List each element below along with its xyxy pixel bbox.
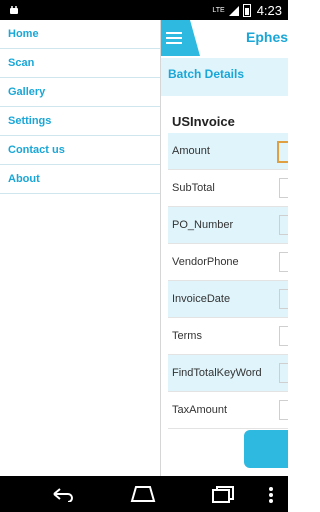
field-row: Terms: [168, 318, 288, 355]
clock: 4:23: [256, 3, 282, 18]
field-input[interactable]: [279, 400, 288, 420]
field-label: TaxAmount: [172, 404, 228, 416]
navigation-drawer: Home Scan Gallery Settings Contact us Ab…: [0, 20, 161, 476]
field-row: FindTotalKeyWord: [168, 355, 288, 392]
drawer-item-contact-us[interactable]: Contact us: [0, 136, 160, 165]
drawer-item-about[interactable]: About: [0, 165, 160, 194]
action-button[interactable]: [244, 430, 288, 468]
field-list: Amount SubTotal PO_Number VendorPhone In…: [168, 133, 288, 429]
app-bar: Ephesoft: [160, 20, 288, 56]
field-row: InvoiceDate: [168, 281, 288, 318]
recent-apps-icon[interactable]: [212, 485, 236, 503]
app-content: Ephesoft Batch Details USInvoice Amount …: [160, 20, 288, 476]
field-row: Amount: [168, 133, 288, 170]
field-input[interactable]: [279, 252, 288, 272]
field-label: Terms: [172, 330, 202, 342]
field-row: VendorPhone: [168, 244, 288, 281]
field-label: FindTotalKeyWord: [172, 367, 262, 379]
field-input[interactable]: [279, 215, 288, 235]
section-title: Batch Details: [168, 67, 245, 81]
navigation-bar: [0, 476, 288, 512]
batch-details-header: Batch Details: [160, 58, 288, 96]
hamburger-icon: [166, 32, 182, 44]
field-label: InvoiceDate: [172, 293, 231, 305]
field-label: PO_Number: [172, 219, 234, 231]
field-label: VendorPhone: [172, 256, 239, 268]
document-type: USInvoice: [172, 114, 235, 129]
field-input[interactable]: [279, 363, 288, 383]
drawer-item-home[interactable]: Home: [0, 20, 160, 49]
field-input[interactable]: [277, 141, 288, 163]
field-row: PO_Number: [168, 207, 288, 244]
status-bar: LTE 4:23: [0, 0, 288, 20]
field-label: Amount: [172, 145, 210, 157]
field-row: SubTotal: [168, 170, 288, 207]
field-label: SubTotal: [172, 182, 215, 194]
menu-dots-icon[interactable]: [269, 487, 273, 503]
drawer-item-settings[interactable]: Settings: [0, 107, 160, 136]
home-icon[interactable]: [130, 486, 156, 502]
field-input[interactable]: [279, 178, 288, 198]
signal-icon: [228, 5, 239, 16]
network-type: LTE: [212, 7, 225, 14]
drawer-item-scan[interactable]: Scan: [0, 49, 160, 78]
drawer-toggle[interactable]: [160, 20, 200, 56]
android-icon: [10, 6, 18, 14]
field-row: TaxAmount: [168, 392, 288, 429]
back-icon[interactable]: [50, 486, 74, 502]
field-input[interactable]: [279, 326, 288, 346]
field-input[interactable]: [279, 289, 288, 309]
app-title: Ephesoft: [246, 29, 288, 45]
drawer-item-gallery[interactable]: Gallery: [0, 78, 160, 107]
battery-icon: [242, 4, 251, 17]
